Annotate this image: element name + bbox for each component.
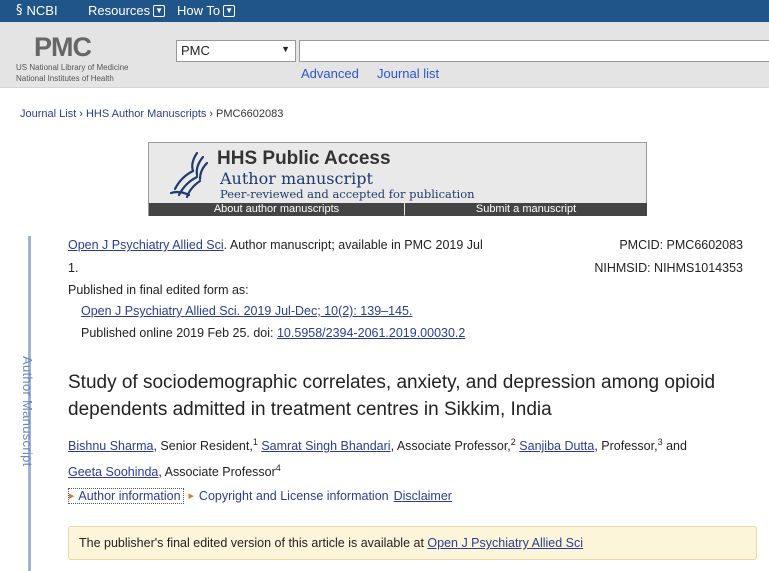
ncbi-top-bar: § NCBI Resources ▼ How To ▼: [0, 0, 769, 22]
disclaimer-link[interactable]: Disclaimer: [394, 489, 452, 503]
ncbi-logo[interactable]: § NCBI: [16, 3, 58, 18]
triangle-right-icon: ▶: [69, 493, 75, 500]
author-link[interactable]: Bishnu Sharma: [68, 439, 153, 453]
citation-line: Open J Psychiatry Allied Sci. Author man…: [68, 238, 483, 252]
chevron-down-icon: ▼: [223, 4, 236, 17]
author-information-toggle[interactable]: ▶ Author information: [68, 488, 184, 504]
breadcrumb-current: PMC6602083: [216, 108, 284, 120]
publisher-journal-link[interactable]: Open J Psychiatry Allied Sci: [427, 536, 583, 550]
final-reference-link[interactable]: Open J Psychiatry Allied Sci. 2019 Jul-D…: [81, 304, 412, 318]
breadcrumb-journal-list[interactable]: Journal List: [20, 108, 76, 120]
advanced-link[interactable]: Advanced: [301, 66, 359, 81]
about-author-manuscripts-button[interactable]: About author manuscripts: [149, 203, 404, 216]
triangle-right-icon: ▶: [188, 493, 194, 500]
search-input[interactable]: [299, 40, 769, 62]
nihmsid: NIHMSID: NIHMS1014353: [594, 261, 743, 275]
resources-menu[interactable]: Resources ▼: [88, 3, 166, 18]
database-select[interactable]: PMC ▼: [176, 40, 296, 62]
dropdown-arrow-icon: ▼: [281, 44, 290, 54]
author-link[interactable]: Samrat Singh Bhandari: [261, 439, 390, 453]
dna-icon: §: [16, 3, 23, 18]
site-header: PMC US National Library of Medicine Nati…: [0, 22, 769, 88]
author-link[interactable]: Sanjiba Dutta: [519, 439, 594, 453]
author-manuscript-side-label: Author Manuscript: [20, 356, 35, 467]
hhs-eagle-icon: [169, 151, 209, 199]
doi-link[interactable]: 10.5958/2394-2061.2019.00030.2: [277, 326, 465, 340]
author-link[interactable]: Geeta Soohinda: [68, 465, 158, 479]
published-online: Published online 2019 Feb 25. doi: 10.59…: [81, 326, 466, 340]
chevron-down-icon: ▼: [153, 4, 166, 17]
howto-menu[interactable]: How To ▼: [177, 3, 236, 18]
publisher-notice: The publisher's final edited version of …: [68, 526, 757, 560]
citation-line-cont: 1.: [68, 261, 79, 275]
article-title: Study of sociodemographic correlates, an…: [68, 372, 716, 420]
journal-list-link[interactable]: Journal list: [377, 66, 439, 81]
submit-manuscript-button[interactable]: Submit a manuscript: [405, 203, 647, 216]
author-list: Bishnu Sharma, Senior Resident,1 Samrat …: [68, 437, 687, 480]
pmcid: PMCID: PMC6602083: [619, 238, 743, 252]
hhs-public-access-banner: HHS Public Access Author manuscript Peer…: [148, 142, 647, 216]
copyright-toggle[interactable]: Copyright and License information: [199, 489, 389, 503]
article-info-links: ▶ Author information ▶ Copyright and Lic…: [68, 488, 452, 504]
breadcrumb-hhs-manuscripts[interactable]: HHS Author Manuscripts: [86, 108, 206, 120]
journal-link[interactable]: Open J Psychiatry Allied Sci: [68, 238, 224, 252]
breadcrumb: Journal List › HHS Author Manuscripts › …: [20, 108, 284, 120]
published-label: Published in final edited form as:: [68, 283, 249, 297]
